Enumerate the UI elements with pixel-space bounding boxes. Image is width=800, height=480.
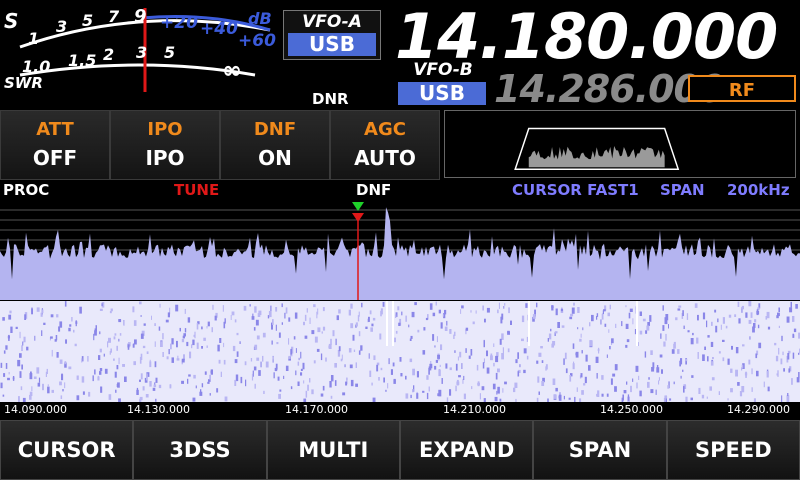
- cursor-button[interactable]: CURSOR: [0, 420, 134, 480]
- axis-tick: 14.130.000: [127, 403, 190, 416]
- dnr-indicator: DNR: [312, 90, 349, 108]
- svg-text:+40: +40: [200, 19, 238, 39]
- axis-tick: 14.090.000: [4, 403, 67, 416]
- axis-tick: 14.250.000: [600, 403, 663, 416]
- svg-text:1: 1: [28, 29, 39, 48]
- svg-text:+60: +60: [238, 31, 276, 51]
- att-button[interactable]: ATT OFF: [0, 110, 110, 180]
- swr-label: SWR: [4, 74, 43, 92]
- bottom-button-bar: CURSOR 3DSS MULTI EXPAND SPAN SPEED: [0, 420, 800, 480]
- multi-button[interactable]: MULTI: [266, 420, 400, 480]
- speed-button[interactable]: SPEED: [666, 420, 800, 480]
- axis-tick: 14.290.000: [727, 403, 790, 416]
- vfo-a-box[interactable]: VFO-A USB: [283, 10, 381, 60]
- svg-text:9: 9: [134, 6, 147, 27]
- svg-text:3: 3: [136, 43, 147, 62]
- svg-text:1.5: 1.5: [68, 51, 96, 70]
- vfo-b-label: VFO-B: [413, 60, 473, 80]
- axis-tick: 14.210.000: [443, 403, 506, 416]
- svg-text:7: 7: [108, 7, 120, 26]
- expand-button[interactable]: EXPAND: [399, 420, 534, 480]
- svg-text:∞: ∞: [222, 56, 242, 84]
- db-label: dB: [248, 9, 272, 28]
- rf-power-indicator[interactable]: RF POWER: [688, 75, 796, 128]
- svg-text:5: 5: [164, 43, 175, 62]
- vfo-b-mode[interactable]: USB: [398, 82, 486, 105]
- svg-text:2: 2: [103, 45, 114, 64]
- svg-text:3: 3: [56, 17, 67, 36]
- vfo-a-mode: USB: [288, 33, 376, 56]
- s-meter: S 1 3 5 7 9 dB +20 +40 +60 SWR 1.0 1.5 2…: [4, 6, 276, 92]
- 3dss-button[interactable]: 3DSS: [133, 420, 267, 480]
- span-value: 200kHz: [727, 181, 790, 199]
- agc-button[interactable]: AGC AUTO: [330, 110, 440, 180]
- svg-text:1.0: 1.0: [22, 57, 50, 76]
- tune-indicator: TUNE: [174, 181, 220, 199]
- function-buttons: ATT OFF IPO IPO DNF ON AGC AUTO: [0, 110, 440, 180]
- dnf-indicator: DNF: [356, 181, 392, 199]
- ipo-button[interactable]: IPO IPO: [110, 110, 220, 180]
- mini-scope[interactable]: [444, 110, 796, 178]
- svg-text:+20: +20: [160, 13, 198, 33]
- span-label: SPAN: [660, 181, 705, 199]
- waterfall: [0, 301, 800, 402]
- vfo-a-label: VFO-A: [302, 12, 362, 32]
- spectrum-scope[interactable]: [0, 200, 800, 402]
- cursor-speed: CURSOR FAST1: [512, 181, 639, 199]
- axis-tick: 14.170.000: [285, 403, 348, 416]
- svg-text:5: 5: [82, 11, 93, 30]
- s-label: S: [4, 9, 18, 33]
- dnf-button[interactable]: DNF ON: [220, 110, 330, 180]
- proc-indicator: PROC: [3, 181, 50, 199]
- span-button[interactable]: SPAN: [533, 420, 667, 480]
